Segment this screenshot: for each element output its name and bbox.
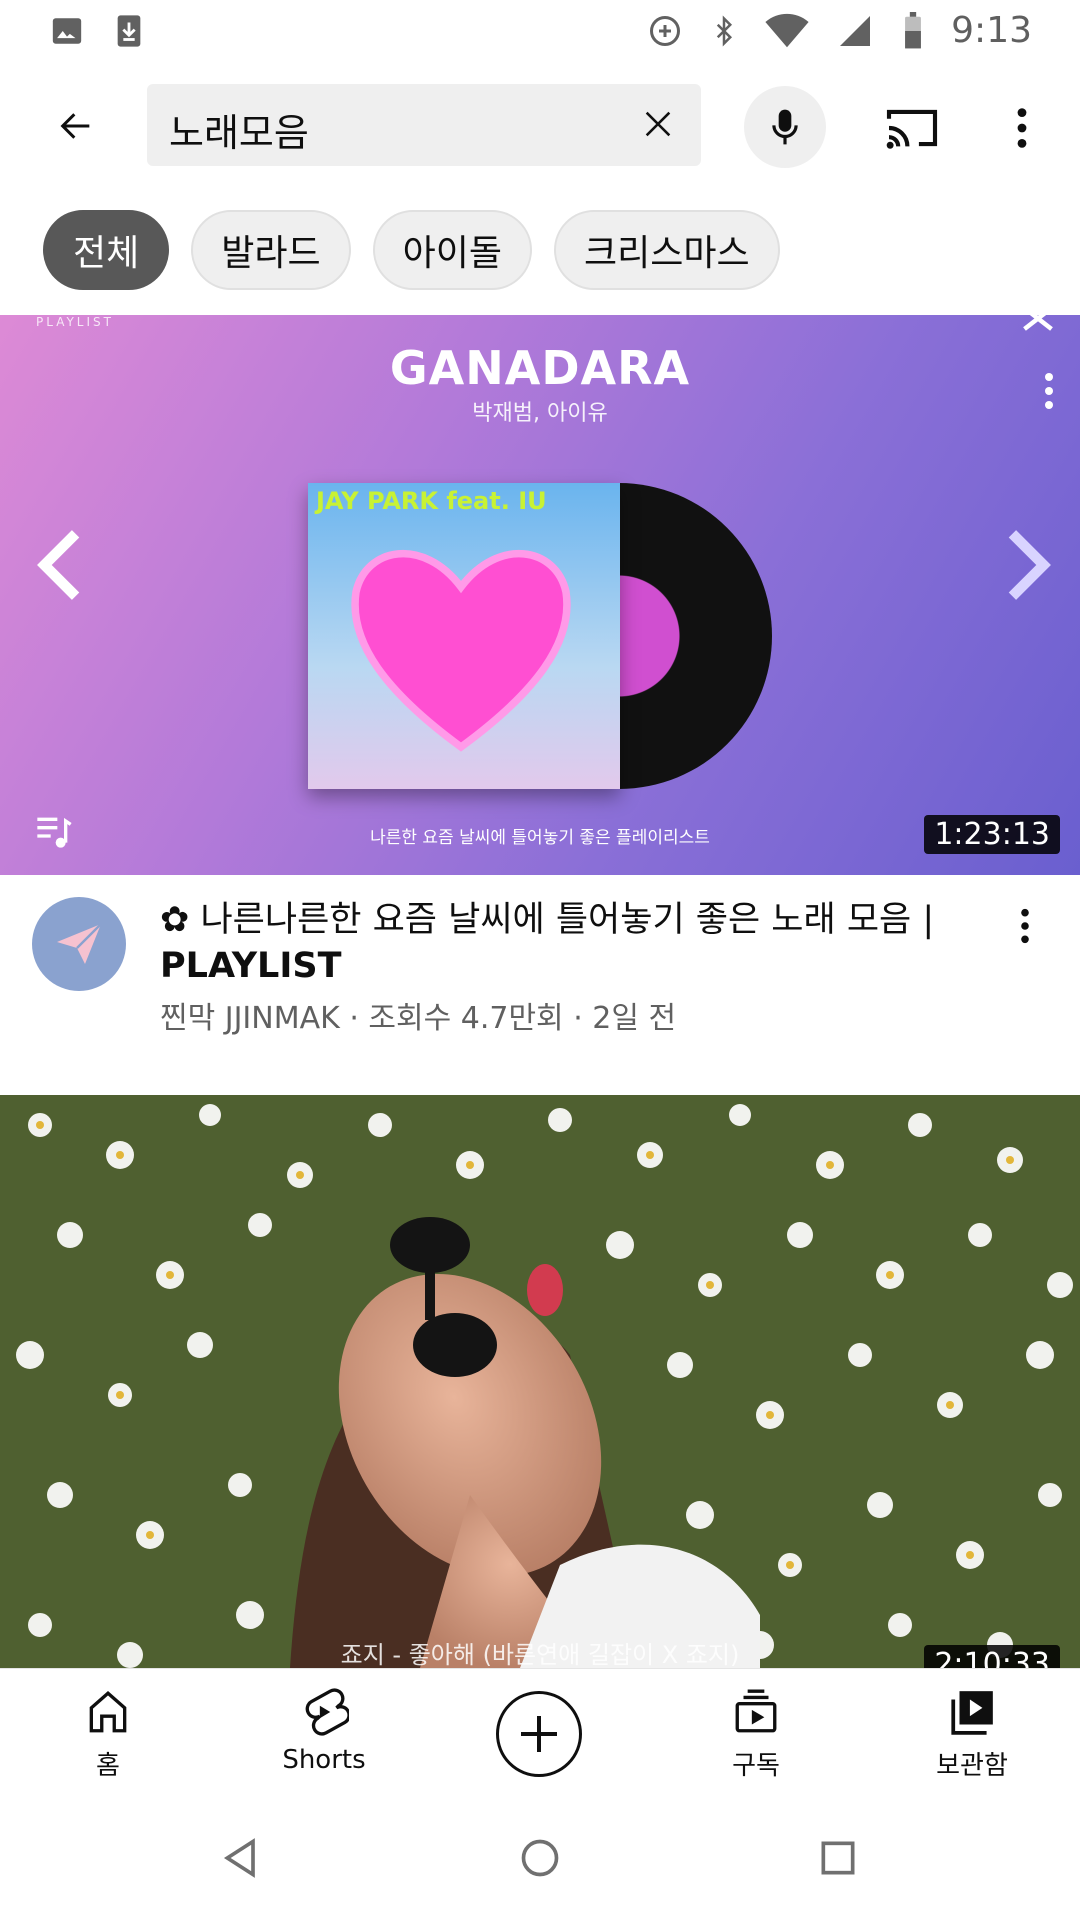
bottom-navigation: 홈 Shorts 구독 보관함	[0, 1668, 1080, 1797]
microphone-icon	[772, 109, 798, 145]
thumbnail-tagline: 나른한 요즘 날씨에 틀어놓기 좋은 플레이리스트	[370, 828, 710, 848]
shorts-icon	[305, 1688, 351, 1736]
voice-search-button[interactable]	[744, 86, 826, 168]
status-bar: 9:13	[0, 0, 1080, 64]
create-button[interactable]	[496, 1691, 582, 1777]
system-recents-icon[interactable]	[816, 1836, 860, 1880]
video-title-text: 나른나른한 요즘 날씨에 틀어놓기 좋은 노래 모음 |	[200, 900, 935, 940]
system-navigation	[0, 1796, 1080, 1920]
system-home-icon[interactable]	[518, 1836, 562, 1880]
chevron-right-icon[interactable]	[1002, 525, 1054, 605]
more-vert-icon[interactable]	[1044, 371, 1054, 411]
clear-search-button[interactable]	[635, 101, 681, 147]
video-meta: 찐막 JJINMAK · 조회수 4.7만회 · 2일 전	[160, 1001, 677, 1036]
system-back-icon[interactable]	[220, 1836, 264, 1880]
nav-library[interactable]: 보관함	[902, 1687, 1042, 1782]
plus-icon	[521, 1716, 557, 1752]
video-title-bold: PLAYLIST	[160, 946, 342, 986]
bluetooth-icon	[717, 14, 733, 47]
nav-library-label: 보관함	[936, 1751, 1008, 1781]
thumbnail-caption: 죠지 - 좋아해 (바른연애 길잡이 X 죠지)	[340, 1641, 740, 1668]
video-details[interactable]: ✿ 나른나른한 요즘 날씨에 틀어놓기 좋은 노래 모음 | PLAYLIST …	[0, 875, 1080, 1095]
nav-home-label: 홈	[96, 1751, 120, 1781]
back-button[interactable]	[44, 94, 108, 158]
video-thumbnail[interactable]: PLAYLIST GANADARA 박재범, 아이유 JAY PARK feat…	[0, 315, 1080, 875]
video-thumbnail-2[interactable]: 죠지 - 좋아해 (바른연애 길잡이 X 죠지) 2:10:33	[0, 1095, 1080, 1668]
download-icon	[117, 15, 141, 47]
signal-icon	[840, 15, 871, 46]
close-icon[interactable]	[1020, 315, 1056, 335]
daisy-field-image	[0, 1095, 1080, 1668]
nav-shorts-label: Shorts	[282, 1745, 366, 1775]
battery-icon	[905, 11, 922, 48]
chip-all[interactable]: 전체	[43, 210, 170, 290]
heart-icon	[351, 549, 571, 752]
cast-icon	[886, 109, 938, 149]
subscriptions-icon	[735, 1689, 777, 1733]
search-header: 노래모음	[0, 64, 1080, 188]
chip-idol[interactable]: 아이돌	[372, 210, 532, 290]
nav-subscriptions-label: 구독	[732, 1751, 780, 1781]
thumbnail-artists: 박재범, 아이유	[472, 401, 608, 426]
search-query: 노래모음	[169, 111, 309, 155]
search-input[interactable]: 노래모음	[147, 84, 701, 166]
more-vert-icon	[1017, 108, 1027, 148]
thumbnail-tag: PLAYLIST	[36, 315, 114, 329]
duration-badge-2: 2:10:33	[924, 1645, 1060, 1668]
library-icon	[951, 1691, 993, 1735]
paper-plane-icon	[57, 923, 102, 964]
filter-chips: 전체 발라드 아이돌 크리스마스	[43, 210, 780, 290]
clock: 9:13	[951, 10, 1032, 51]
album-cover: JAY PARK feat. IU	[308, 483, 620, 789]
channel-avatar[interactable]	[32, 897, 126, 991]
nav-home[interactable]: 홈	[38, 1687, 178, 1782]
flower-icon: ✿	[160, 900, 190, 940]
more-options-button[interactable]	[1000, 98, 1044, 158]
nav-subscriptions[interactable]: 구독	[686, 1687, 826, 1782]
nav-shorts[interactable]: Shorts	[254, 1687, 394, 1775]
chevron-left-icon[interactable]	[34, 525, 86, 605]
home-icon	[89, 1691, 127, 1733]
cast-button[interactable]	[880, 98, 944, 158]
playlist-music-icon	[37, 817, 72, 848]
chip-christmas[interactable]: 크리스마스	[554, 210, 780, 290]
more-vert-icon[interactable]	[1020, 907, 1030, 945]
video-title: ✿ 나른나른한 요즘 날씨에 틀어놓기 좋은 노래 모음 | PLAYLIST	[160, 897, 990, 989]
arrow-left-icon	[60, 113, 90, 139]
gallery-icon	[52, 18, 82, 44]
close-icon	[645, 111, 671, 137]
data-saver-icon	[650, 15, 681, 46]
chip-ballad[interactable]: 발라드	[191, 210, 351, 290]
album-text: JAY PARK feat. IU	[316, 487, 547, 515]
duration-badge: 1:23:13	[924, 815, 1060, 854]
wifi-icon	[765, 13, 809, 47]
thumbnail-title: GANADARA	[389, 341, 691, 395]
